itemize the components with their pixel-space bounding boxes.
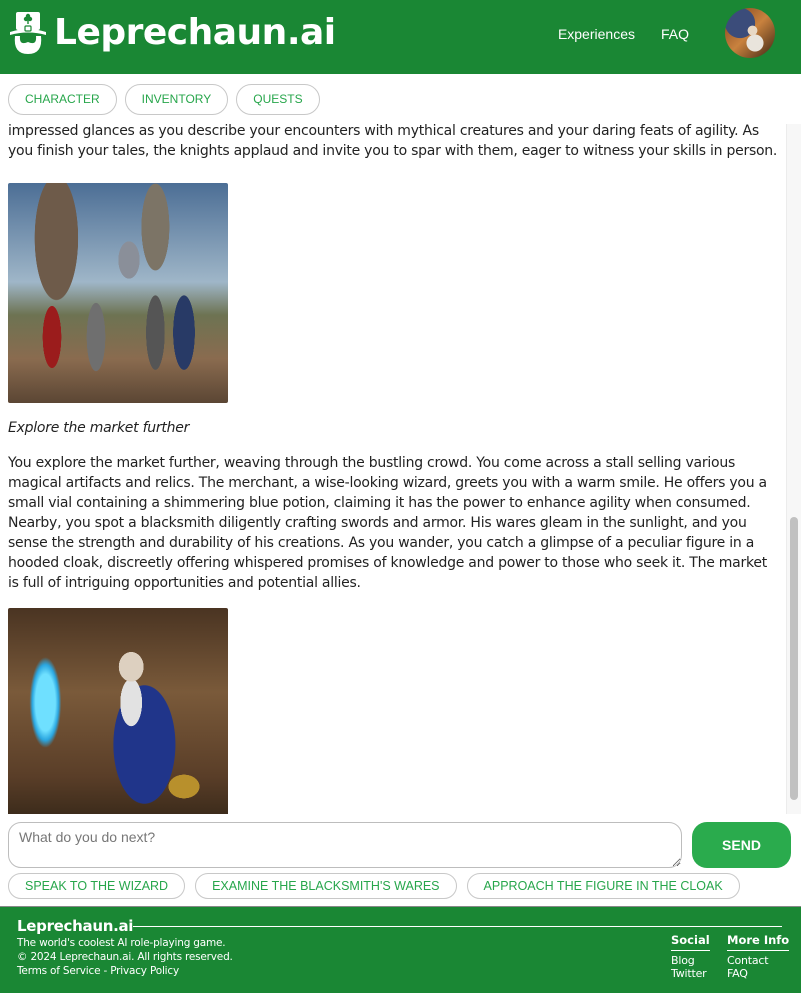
terms-link[interactable]: Terms of Service xyxy=(17,965,101,977)
blog-link[interactable]: Blog xyxy=(671,954,710,967)
suggestion-approach-figure[interactable]: APPROACH THE FIGURE IN THE CLOAK xyxy=(466,873,740,899)
nav-faq[interactable]: FAQ xyxy=(661,26,689,42)
send-button[interactable]: SEND xyxy=(692,822,791,868)
footer-brand: Leprechaun.ai xyxy=(17,917,134,935)
brand-name: Leprechaun.ai xyxy=(54,12,336,53)
wizard-merchant-image xyxy=(8,608,228,814)
footer-tagline: The world's coolest AI role-playing game… xyxy=(17,937,226,949)
story-log: impressed glances as you describe your e… xyxy=(0,124,786,814)
game-tabs: CHARACTER INVENTORY QUESTS xyxy=(8,84,320,115)
tab-inventory[interactable]: INVENTORY xyxy=(124,84,229,115)
knights-sparring-image xyxy=(8,183,228,403)
twitter-link[interactable]: Twitter xyxy=(671,967,710,980)
footer-more-info: More Info Contact FAQ xyxy=(727,933,790,980)
action-input[interactable] xyxy=(8,822,682,868)
footer-copyright: © 2024 Leprechaun.ai. All rights reserve… xyxy=(17,951,233,963)
footer-legal-links: Terms of Service - Privacy Policy xyxy=(17,965,179,977)
social-heading: Social xyxy=(671,933,710,951)
legal-separator: - xyxy=(100,965,111,977)
tab-quests[interactable]: QUESTS xyxy=(236,84,320,115)
suggestion-examine-blacksmith[interactable]: EXAMINE THE BLACKSMITH'S WARES xyxy=(195,873,457,899)
nav-experiences[interactable]: Experiences xyxy=(558,26,635,42)
player-action-caption: Explore the market further xyxy=(8,420,190,436)
story-scrollbar[interactable] xyxy=(786,124,801,814)
suggestion-speak-to-wizard[interactable]: SPEAK TO THE WIZARD xyxy=(8,873,186,899)
tab-character[interactable]: CHARACTER xyxy=(8,84,117,115)
action-input-row: SEND xyxy=(8,822,793,868)
story-paragraph: impressed glances as you describe your e… xyxy=(8,124,778,159)
user-avatar[interactable] xyxy=(725,8,775,58)
main-nav: Experiences FAQ xyxy=(558,26,689,42)
footer-divider xyxy=(133,926,782,927)
suggested-actions: SPEAK TO THE WIZARD EXAMINE THE BLACKSMI… xyxy=(8,873,740,899)
footer-social: Social Blog Twitter xyxy=(671,933,710,980)
contact-link[interactable]: Contact xyxy=(727,954,789,967)
story-paragraph: You explore the market further, weaving … xyxy=(8,455,767,591)
leprechaun-logo-icon xyxy=(10,12,46,54)
top-nav-bar: Leprechaun.ai Experiences FAQ xyxy=(0,0,801,74)
more-info-heading: More Info xyxy=(727,933,790,951)
scrollbar-thumb[interactable] xyxy=(790,517,798,801)
privacy-link[interactable]: Privacy Policy xyxy=(110,965,179,977)
footer: Leprechaun.ai The world's coolest AI rol… xyxy=(0,906,801,993)
brand-logo[interactable]: Leprechaun.ai xyxy=(8,10,336,56)
footer-faq-link[interactable]: FAQ xyxy=(727,967,789,980)
